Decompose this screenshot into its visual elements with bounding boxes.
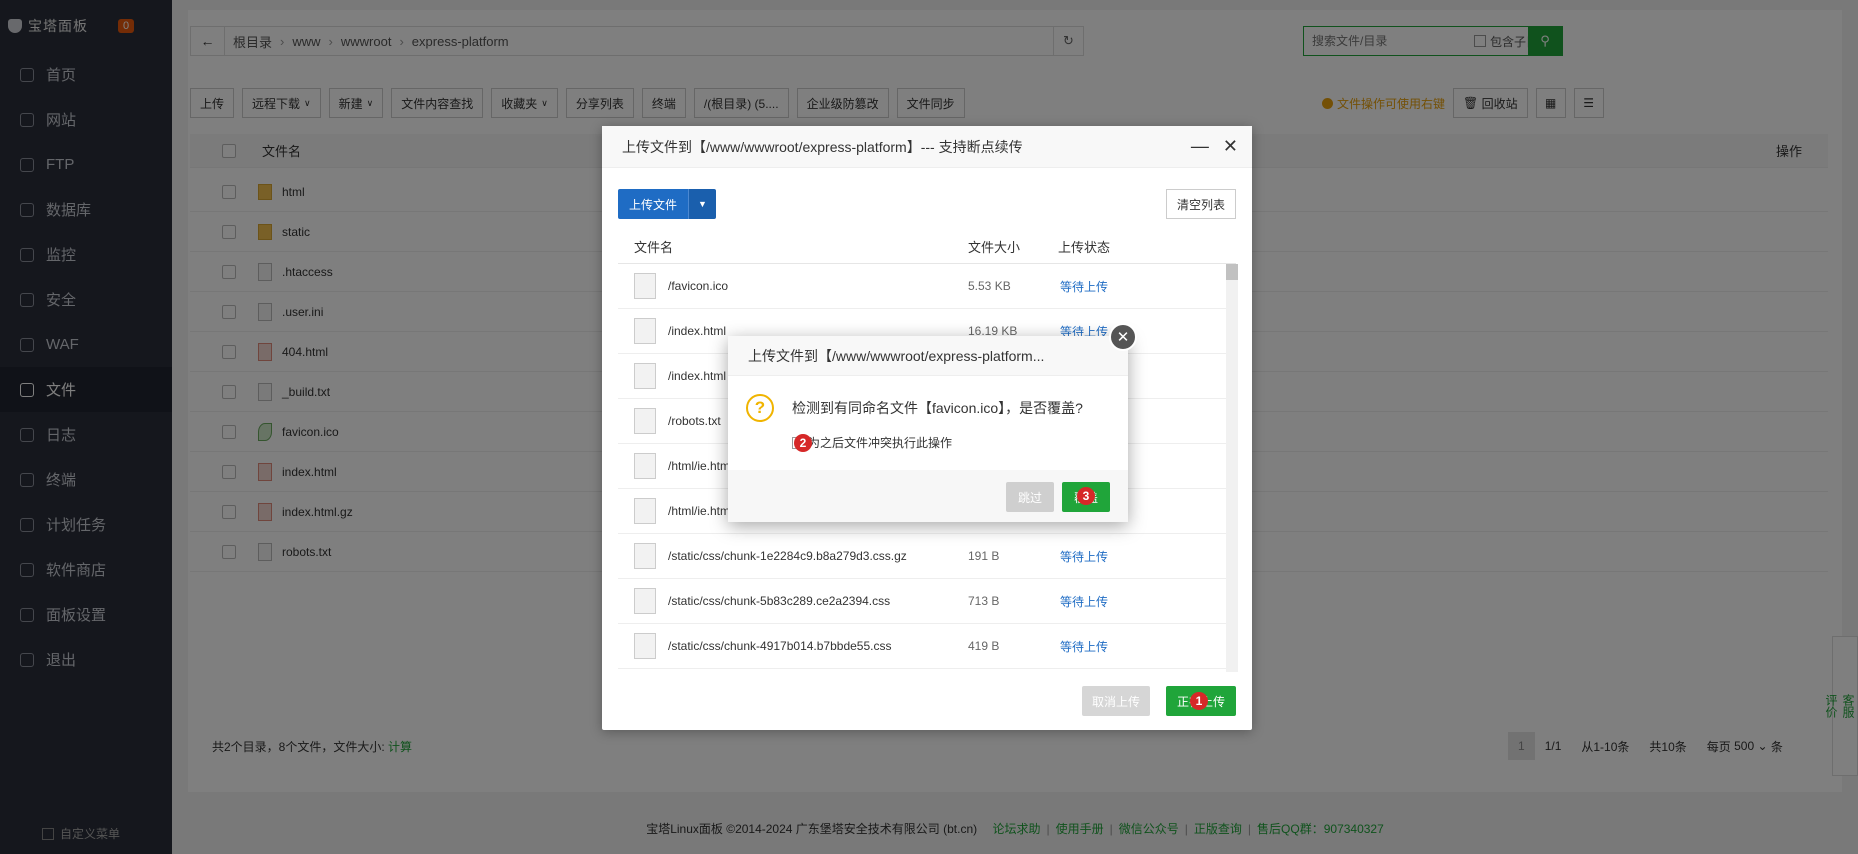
file-icon: [634, 453, 656, 479]
upload-column-status: 上传状态: [1058, 240, 1111, 255]
conflict-dialog: 上传文件到【/www/wwwroot/express-platform... ?…: [728, 336, 1128, 522]
chevron-down-icon[interactable]: ▼: [688, 189, 717, 219]
file-icon: [634, 318, 656, 344]
upload-file-size: 191 B: [968, 549, 1000, 563]
close-icon[interactable]: ✕: [1223, 136, 1238, 157]
upload-file-name: /static/css/chunk-5b83c289.ce2a2394.css: [668, 594, 891, 608]
upload-status: 等待上传: [1060, 639, 1109, 654]
upload-status: 等待上传: [1060, 594, 1109, 609]
step-marker-3: 3: [1077, 487, 1095, 505]
upload-column-size: 文件大小: [968, 240, 1021, 255]
conflict-message: 检测到有同命名文件【favicon.ico】，是否覆盖?: [792, 400, 1083, 416]
upload-file-button-group: 上传文件 ▼: [618, 189, 717, 219]
upload-column-name: 文件名: [634, 240, 674, 255]
cancel-upload-button[interactable]: 取消上传: [1082, 686, 1151, 716]
step-marker-2: 2: [794, 434, 812, 452]
conflict-dialog-title: 上传文件到【/www/wwwroot/express-platform...: [728, 336, 1128, 376]
list-item: /static/css/chunk-4917b014.b7bbde55.css 4…: [618, 624, 1238, 669]
file-icon: [634, 498, 656, 524]
upload-file-size: 5.53 KB: [968, 279, 1011, 293]
upload-file-size: 713 B: [968, 594, 1000, 608]
file-icon: [634, 633, 656, 659]
upload-file-button[interactable]: 上传文件: [618, 189, 689, 219]
upload-status: 等待上传: [1060, 279, 1109, 294]
file-icon: [634, 363, 656, 389]
list-item: /favicon.ico 5.53 KB 等待上传: [618, 264, 1238, 309]
file-icon: [634, 408, 656, 434]
scrollbar-thumb[interactable]: [1226, 264, 1238, 280]
upload-status: 等待上传: [1060, 549, 1109, 564]
minimize-icon[interactable]: —: [1191, 136, 1209, 157]
upload-list-header: 文件名 文件大小 上传状态: [618, 230, 1236, 264]
file-icon: [634, 588, 656, 614]
upload-dialog-header: 上传文件到【/www/wwwroot/express-platform】--- …: [602, 126, 1252, 168]
file-icon: [634, 273, 656, 299]
upload-list-scrollbar[interactable]: [1226, 264, 1238, 672]
upload-file-name: /static/css/chunk-4917b014.b7bbde55.css: [668, 639, 892, 653]
file-icon: [634, 543, 656, 569]
upload-file-name: /static/css/chunk-1e2284c9.b8a279d3.css.…: [668, 549, 907, 563]
upload-file-size: 419 B: [968, 639, 1000, 653]
list-item: /static/css/chunk-1e2284c9.b8a279d3.css.…: [618, 534, 1238, 579]
upload-file-name: /favicon.ico: [668, 279, 729, 293]
apply-to-all-checkbox[interactable]: 为之后文件冲突执行此操作: [792, 434, 952, 451]
upload-dialog-title: 上传文件到【/www/wwwroot/express-platform】--- …: [622, 138, 1023, 155]
skip-button[interactable]: 跳过: [1006, 482, 1054, 512]
list-item: /static/css/chunk-5b83c289.ce2a2394.css 7…: [618, 579, 1238, 624]
step-marker-1: 1: [1190, 692, 1208, 710]
conflict-close-icon[interactable]: ✕: [1109, 323, 1137, 351]
question-icon: ?: [746, 394, 774, 422]
apply-to-all-label: 为之后文件冲突执行此操作: [808, 436, 953, 450]
clear-list-button[interactable]: 清空列表: [1165, 189, 1236, 219]
